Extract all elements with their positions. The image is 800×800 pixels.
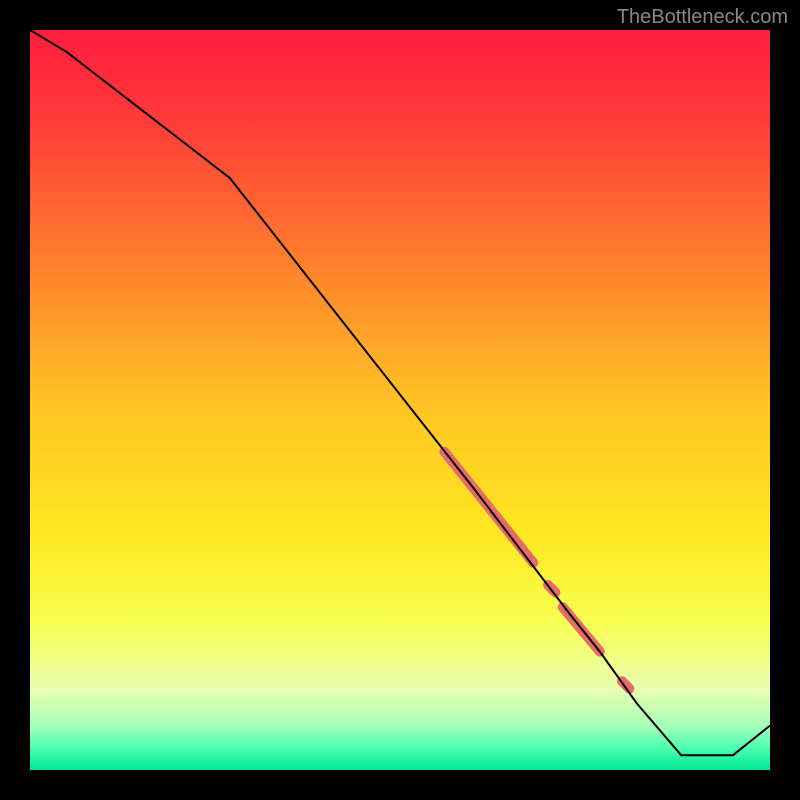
watermark-text: TheBottleneck.com (617, 6, 788, 29)
line-layer (30, 30, 770, 770)
bottleneck-curve (30, 30, 770, 755)
plot-area (30, 30, 770, 770)
